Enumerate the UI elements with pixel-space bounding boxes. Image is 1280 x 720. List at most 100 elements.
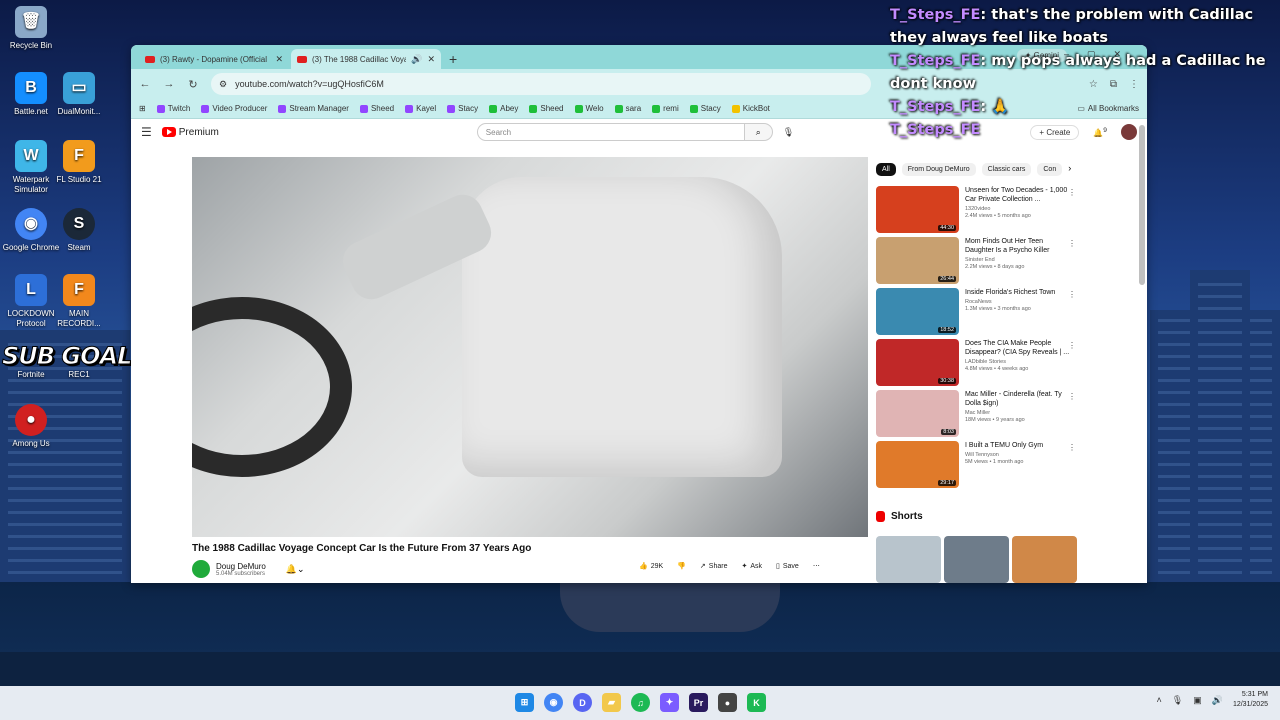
- video-thumbnail[interactable]: 18:52: [876, 288, 959, 335]
- video-thumbnail[interactable]: 29:17: [876, 441, 959, 488]
- video-thumbnail[interactable]: 30:38: [876, 339, 959, 386]
- ask-button[interactable]: ✦ Ask: [741, 562, 762, 571]
- desktop-icon-main-recording[interactable]: F MAIN RECORDI...: [48, 274, 110, 329]
- bookmark-item[interactable]: Sheed: [359, 104, 394, 113]
- channel-avatar[interactable]: [192, 560, 210, 578]
- volume-icon[interactable]: 🔊: [1212, 695, 1223, 706]
- copilot-icon[interactable]: ✦: [660, 693, 679, 712]
- desktop-icon-dualmonitor[interactable]: ▭ DualMonit...: [48, 72, 110, 117]
- chip-con[interactable]: Con: [1037, 163, 1063, 176]
- more-options-icon[interactable]: ⋯: [813, 562, 820, 570]
- desktop-icon-rec1[interactable]: REC1: [48, 370, 110, 380]
- recommended-video[interactable]: 29:17 I Built a TEMU Only Gym Will Tennys…: [876, 441, 1076, 492]
- stream-chat-overlay: T_Steps_FE: that's the problem with Cadi…: [890, 4, 1270, 142]
- taskbar-apps: ⊞ ◉ D ▰ ♫ ✦ Pr ● K: [515, 693, 766, 712]
- discord-icon[interactable]: D: [573, 693, 592, 712]
- thumbs-up-icon: 👍: [639, 563, 648, 570]
- hamburger-menu-icon[interactable]: ☰: [141, 125, 152, 139]
- like-button[interactable]: 👍 29K: [639, 562, 663, 571]
- premiere-pro-icon[interactable]: Pr: [689, 693, 708, 712]
- save-button[interactable]: ▯ Save: [776, 562, 799, 571]
- address-bar[interactable]: ⚙ youtube.com/watch?v=ugQHosfiC6M: [211, 73, 871, 95]
- dislike-button[interactable]: 👎: [677, 562, 686, 570]
- share-button[interactable]: ↗ Share: [700, 562, 728, 571]
- chat-message: T_Steps_FE: that's the problem with Cadi…: [890, 7, 1254, 46]
- search-button[interactable]: ⌕: [744, 123, 773, 141]
- windows-start-icon[interactable]: ⊞: [515, 693, 534, 712]
- microphone-icon[interactable]: 🎙: [783, 127, 794, 138]
- desktop-icon-steam[interactable]: S Steam: [48, 208, 110, 253]
- recommended-video[interactable]: 26:44 Mom Finds Out Her Teen Daughter Is…: [876, 237, 1076, 288]
- recommended-video[interactable]: 18:52 Inside Florida's Richest Town RocaN…: [876, 288, 1076, 339]
- video-player[interactable]: [192, 157, 868, 537]
- video-thumbnail[interactable]: 26:44: [876, 237, 959, 284]
- shorts-icon: [876, 511, 885, 522]
- bookmark-item[interactable]: Stream Manager: [278, 104, 349, 113]
- bookmark-item[interactable]: Twitch: [156, 104, 190, 113]
- kick-icon[interactable]: K: [747, 693, 766, 712]
- chrome-icon[interactable]: ◉: [544, 693, 563, 712]
- kebab-menu-icon[interactable]: ⋮: [1068, 239, 1076, 248]
- video-thumbnail[interactable]: 44:30: [876, 186, 959, 233]
- site-info-icon[interactable]: ⚙: [219, 79, 227, 90]
- recommended-video[interactable]: 30:38 Does The CIA Make People Disappear…: [876, 339, 1076, 390]
- youtube-favicon-icon: [145, 55, 155, 63]
- bookmark-item[interactable]: Sheed: [529, 104, 564, 113]
- bookmark-item[interactable]: KickBot: [731, 104, 770, 113]
- recommended-video[interactable]: 8:03 Mac Miller - Cinderella (feat. Ty D…: [876, 390, 1076, 441]
- audio-icon[interactable]: 🔊: [411, 54, 422, 65]
- close-tab-icon[interactable]: ✕: [275, 54, 283, 65]
- back-arrow-icon[interactable]: ←: [139, 78, 151, 90]
- desktop-icon-recycle-bin[interactable]: 🗑 Recycle Bin: [0, 6, 62, 51]
- apps-grid-icon[interactable]: ⊞: [139, 104, 146, 113]
- chip-all[interactable]: All: [876, 163, 896, 176]
- system-tray: ˄ 🎙 ▣ 🔊 5:31 PM 12/31/2025: [1157, 690, 1268, 710]
- channel-name[interactable]: Doug DeMuro: [216, 562, 266, 571]
- clock[interactable]: 5:31 PM 12/31/2025: [1233, 690, 1268, 710]
- bookmark-item[interactable]: Stacy: [447, 104, 478, 113]
- subscribe-bell-icon[interactable]: 🔔⌄: [286, 564, 305, 575]
- bookmark-item[interactable]: Stacy: [689, 104, 721, 113]
- kebab-menu-icon[interactable]: ⋮: [1068, 341, 1076, 350]
- new-tab-button[interactable]: +: [443, 49, 463, 69]
- reload-icon[interactable]: ↻: [187, 78, 199, 91]
- video-thumbnail[interactable]: 8:03: [876, 390, 959, 437]
- recommended-video[interactable]: 44:30 Unseen for Two Decades - 1,000 Car…: [876, 186, 1076, 237]
- kebab-menu-icon[interactable]: ⋮: [1068, 290, 1076, 299]
- kebab-menu-icon[interactable]: ⋮: [1068, 443, 1076, 452]
- youtube-play-icon: [161, 127, 176, 137]
- page-scrollbar[interactable]: [1139, 125, 1145, 285]
- bookmark-item[interactable]: Kayel: [405, 104, 436, 113]
- flstudio-icon: F: [63, 140, 95, 172]
- chevron-up-icon[interactable]: ˄: [1157, 695, 1162, 705]
- bookmark-item[interactable]: sara: [614, 104, 641, 113]
- bookmark-item[interactable]: Abey: [489, 104, 518, 113]
- tab-cadillac[interactable]: (3) The 1988 Cadillac Voyag 🔊 ✕: [291, 49, 441, 69]
- youtube-logo[interactable]: Premium: [161, 127, 219, 138]
- desktop-icon-amongus[interactable]: ● Among Us: [0, 404, 62, 449]
- waterpark-icon: W: [15, 140, 47, 172]
- short-thumbnail[interactable]: [944, 536, 1009, 583]
- chip-from-channel[interactable]: From Doug DeMuro: [901, 163, 976, 176]
- kebab-menu-icon[interactable]: ⋮: [1068, 392, 1076, 401]
- chip-classic-cars[interactable]: Classic cars: [981, 163, 1032, 176]
- short-thumbnail[interactable]: [1012, 536, 1077, 583]
- desktop-wallpaper-figure: [560, 582, 780, 632]
- network-icon[interactable]: ▣: [1193, 695, 1202, 706]
- short-thumbnail[interactable]: [876, 536, 941, 583]
- file-explorer-icon[interactable]: ▰: [602, 693, 621, 712]
- chevron-right-icon[interactable]: ›: [1068, 163, 1071, 176]
- tab-rawty[interactable]: (3) Rawty - Dopamine (Official ✕: [139, 49, 289, 69]
- forward-arrow-icon[interactable]: →: [163, 78, 175, 90]
- obs-icon[interactable]: ●: [718, 693, 737, 712]
- search-input[interactable]: Search: [476, 123, 745, 141]
- video-frame-seat: [462, 177, 782, 477]
- close-tab-icon[interactable]: ✕: [427, 54, 435, 65]
- bookmark-item[interactable]: Welo: [574, 104, 604, 113]
- microphone-icon[interactable]: 🎙: [1172, 695, 1183, 706]
- bookmark-item[interactable]: Video Producer: [201, 104, 267, 113]
- spotify-icon[interactable]: ♫: [631, 693, 650, 712]
- bookmark-item[interactable]: remi: [652, 104, 679, 113]
- desktop-icon-flstudio[interactable]: F FL Studio 21: [48, 140, 110, 185]
- kebab-menu-icon[interactable]: ⋮: [1068, 188, 1076, 197]
